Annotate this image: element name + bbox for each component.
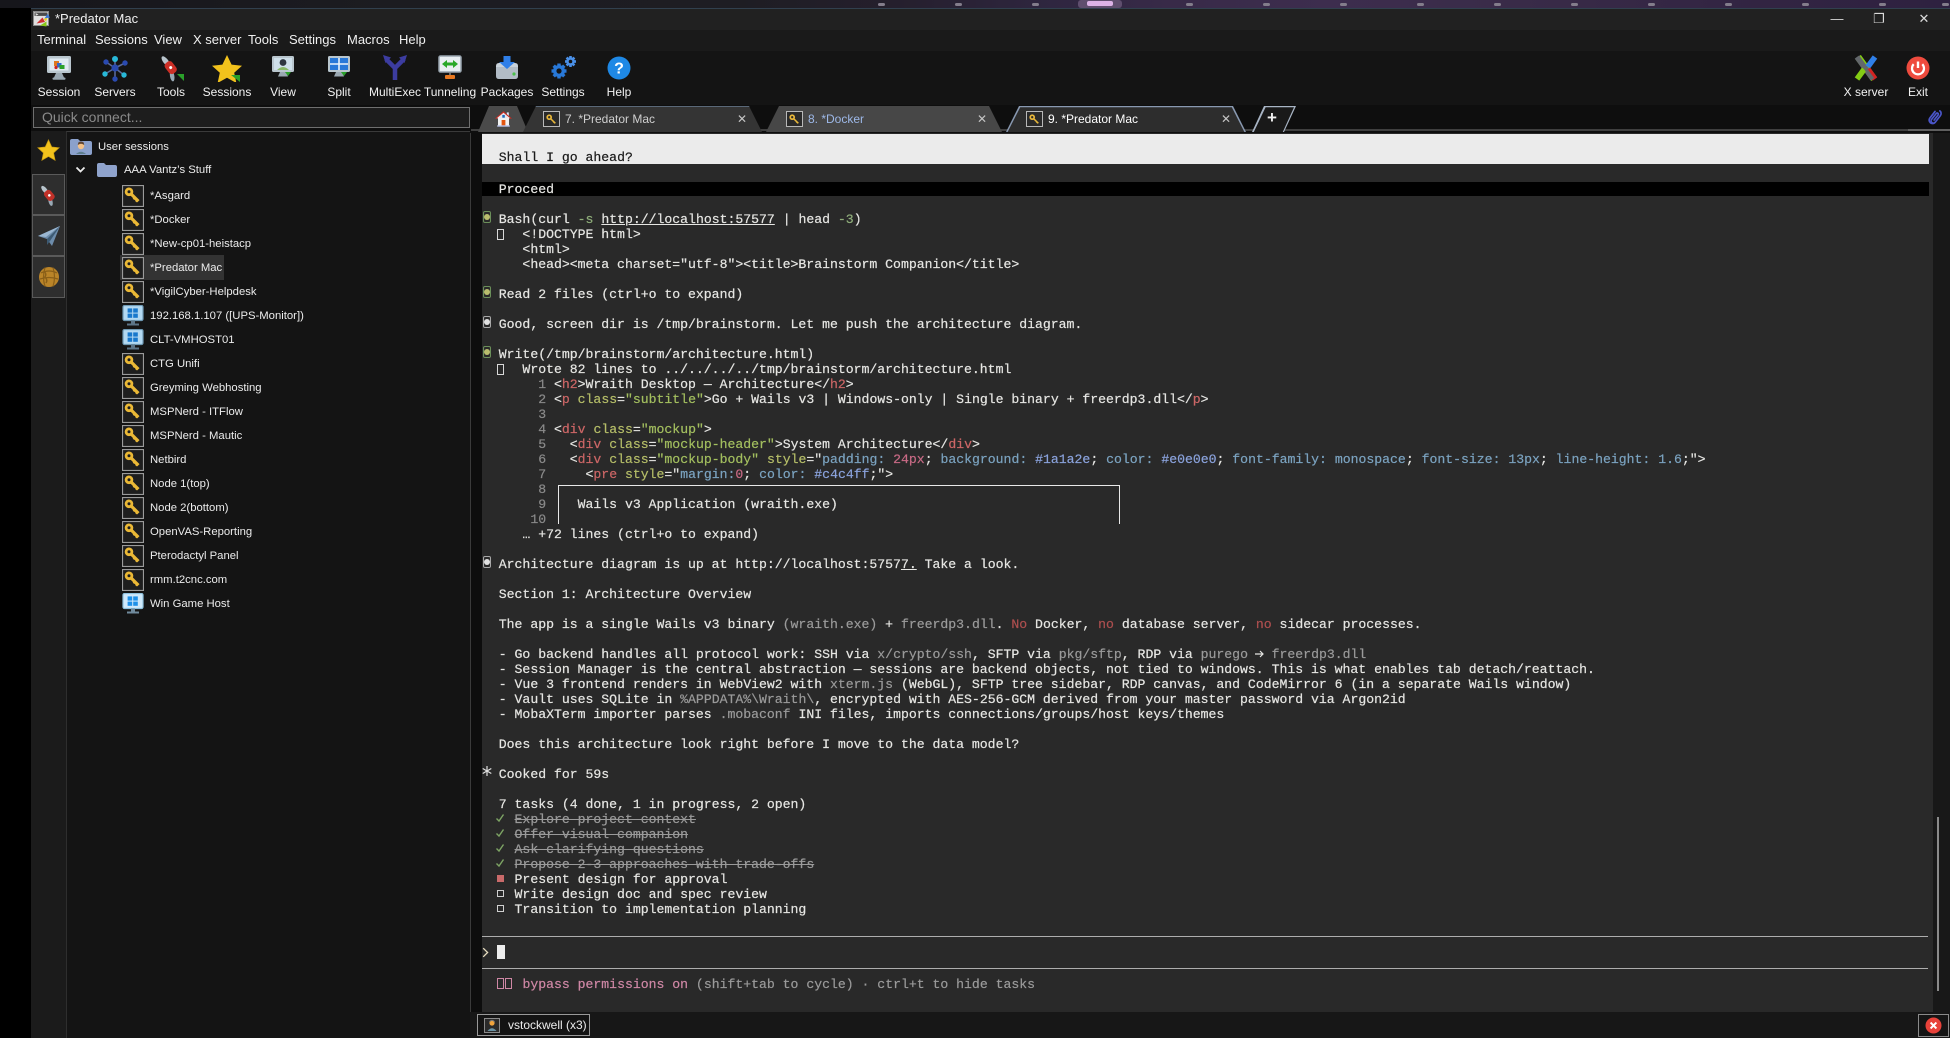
svg-text:?: ?	[614, 61, 624, 78]
